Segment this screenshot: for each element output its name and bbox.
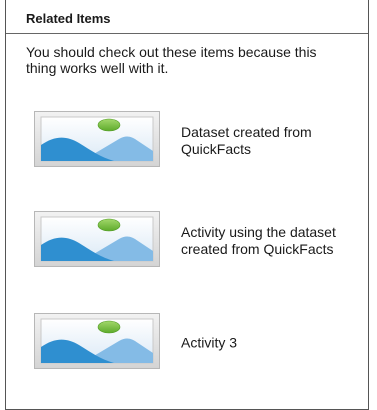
panel-title: Related Items <box>26 11 111 26</box>
panel-description: You should check out these items because… <box>26 44 317 76</box>
image-placeholder-icon <box>34 111 160 167</box>
image-placeholder-icon <box>34 211 160 267</box>
related-item-label: Dataset created from QuickFacts <box>181 124 312 157</box>
related-item-label: Activity 3 <box>181 334 238 351</box>
related-item[interactable]: Activity using the dataset created from … <box>34 211 354 271</box>
image-placeholder-icon <box>34 313 160 369</box>
related-items-panel: Related Items You should check out these… <box>5 0 369 410</box>
related-item[interactable]: Dataset created from QuickFacts <box>34 111 354 171</box>
title-divider <box>6 33 368 34</box>
related-item-label: Activity using the dataset created from … <box>181 224 336 257</box>
related-item[interactable]: Activity 3 <box>34 313 354 373</box>
